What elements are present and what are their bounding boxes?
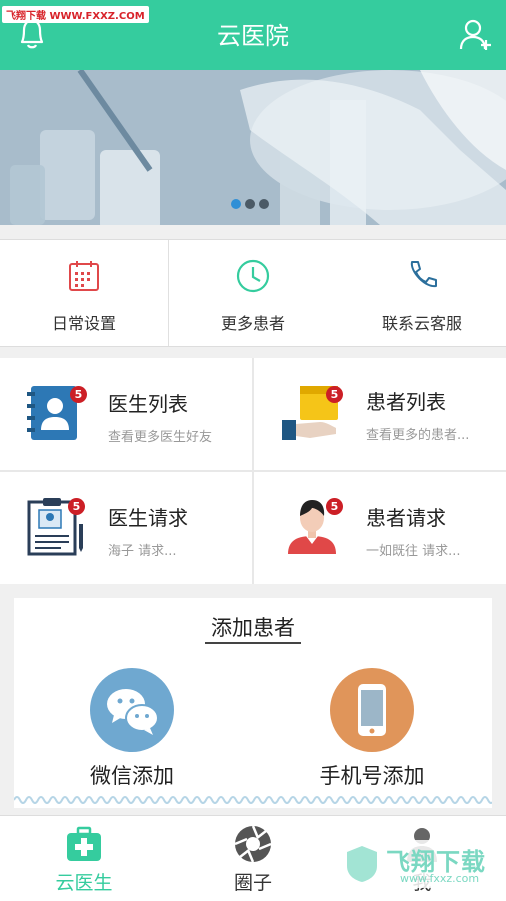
doctor-request-card[interactable]: 5 医生请求 海子 请求... (0, 472, 252, 584)
card-title: 患者请求 (366, 506, 446, 530)
quick-action-contact-service[interactable]: 联系云客服 (338, 240, 506, 346)
card-subtitle: 查看更多医生好友 (108, 430, 213, 445)
clock-icon (235, 258, 271, 294)
quick-action-label: 日常设置 (51, 314, 116, 333)
watermark-shield-icon (347, 846, 377, 882)
section-title: 添加患者 (211, 616, 295, 640)
wechat-add-label: 微信添加 (90, 764, 174, 788)
card-title: 医生列表 (108, 392, 188, 416)
quick-actions: 日常设置 更多患者 联系云客服 (0, 239, 506, 347)
carousel-indicator[interactable] (231, 194, 273, 213)
watermark-top: 飞翔下载 WWW.FXXZ.COM (2, 6, 149, 23)
title-underline (205, 642, 301, 644)
badge-count: 5 (70, 386, 87, 403)
mobile-phone-icon (330, 668, 414, 752)
carousel-dot-2[interactable] (245, 199, 255, 209)
watermark-small-text: www.fxxz.com (400, 872, 480, 885)
quick-action-more-patients[interactable]: 更多患者 (169, 240, 337, 346)
badge-count: 5 (68, 498, 85, 515)
badge-count: 5 (326, 386, 343, 403)
carousel-dot-3[interactable] (259, 199, 269, 209)
card-title: 医生请求 (108, 506, 188, 530)
feature-grid: 5 医生列表 查看更多医生好友 5 患者列表 查看更多的患者... 5 医生请求… (0, 358, 506, 584)
add-patient-card: 添加患者 微信添加 手机号添加 (14, 598, 492, 808)
phone-add-label: 手机号添加 (319, 764, 425, 788)
doctor-list-card[interactable]: 5 医生列表 查看更多医生好友 (0, 358, 252, 470)
add-user-icon[interactable] (458, 16, 494, 52)
calendar-icon (66, 258, 102, 294)
tab-cloud-doctor[interactable]: 云医生 (0, 816, 168, 901)
aperture-icon (233, 824, 273, 864)
card-subtitle: 查看更多的患者... (366, 428, 470, 443)
badge-count: 5 (326, 498, 343, 515)
tab-label: 圈子 (233, 872, 272, 894)
patient-list-card[interactable]: 5 患者列表 查看更多的患者... (254, 358, 506, 470)
wechat-add-button[interactable]: 微信添加 (32, 668, 232, 790)
quick-action-label: 更多患者 (220, 314, 285, 333)
card-title: 患者列表 (366, 390, 446, 414)
wave-divider (14, 796, 492, 804)
watermark-logo: 飞翔下载 www.fxxz.com (340, 840, 500, 888)
quick-action-daily-settings[interactable]: 日常设置 (0, 240, 168, 346)
card-subtitle: 海子 请求... (108, 544, 177, 559)
tab-label: 云医生 (55, 872, 113, 894)
phone-add-button[interactable]: 手机号添加 (272, 668, 472, 790)
medical-kit-icon (64, 824, 104, 864)
quick-action-label: 联系云客服 (381, 314, 462, 333)
card-subtitle: 一如既往 请求... (366, 544, 461, 559)
watermark-top-text: 飞翔下载 WWW.FXXZ.COM (6, 11, 145, 22)
patient-request-card[interactable]: 5 患者请求 一如既往 请求... (254, 472, 506, 584)
carousel-dot-1[interactable] (231, 199, 241, 209)
phone-icon (404, 258, 440, 294)
tab-circle[interactable]: 圈子 (169, 816, 337, 901)
wechat-icon (90, 668, 174, 752)
